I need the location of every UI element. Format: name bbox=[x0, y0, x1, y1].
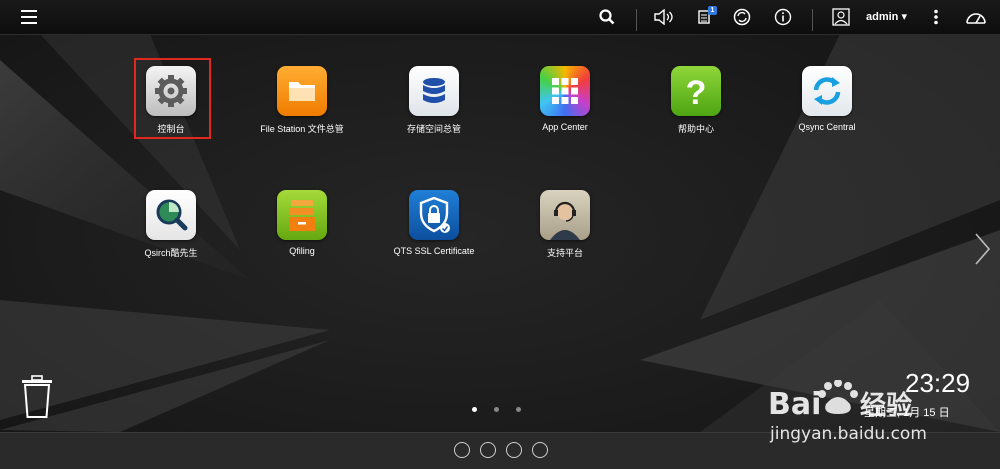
speedometer-icon bbox=[966, 13, 986, 24]
user-avatar-button[interactable] bbox=[830, 0, 852, 34]
page-dot[interactable] bbox=[472, 407, 477, 412]
page-dot[interactable] bbox=[516, 407, 521, 412]
sync-icon bbox=[802, 66, 852, 116]
notification-badge: 1 bbox=[708, 6, 717, 15]
app-label: App Center bbox=[542, 122, 588, 132]
baidu-watermark-url: jingyan.baidu.com bbox=[770, 424, 927, 444]
search-icon bbox=[599, 9, 615, 25]
chevron-right-icon bbox=[975, 233, 991, 265]
toolbar-divider bbox=[636, 9, 637, 31]
database-icon bbox=[409, 66, 459, 116]
toolbar-divider bbox=[812, 9, 813, 31]
app-helpdesk[interactable]: 支持平台 bbox=[500, 190, 630, 259]
vertical-dots-icon bbox=[934, 9, 938, 25]
folder-icon bbox=[277, 66, 327, 116]
app-help-center[interactable]: ? 帮助中心 bbox=[631, 66, 761, 135]
shield-lock-icon bbox=[409, 190, 459, 240]
app-label: QTS SSL Certificate bbox=[393, 246, 475, 256]
info-icon bbox=[774, 8, 792, 26]
app-grid-icon bbox=[540, 66, 590, 116]
app-qfiling[interactable]: Qfiling bbox=[237, 190, 367, 256]
volume-button[interactable] bbox=[652, 0, 676, 34]
svg-text:?: ? bbox=[686, 74, 707, 112]
dock-button-edit-icon[interactable] bbox=[532, 442, 548, 458]
recycle-bin[interactable] bbox=[20, 374, 54, 425]
event-notifications-button[interactable] bbox=[772, 0, 794, 34]
page-dot[interactable] bbox=[494, 407, 499, 412]
dock-button-qnap-icon[interactable] bbox=[454, 442, 470, 458]
more-options-button[interactable] bbox=[926, 0, 946, 34]
dock-button-book-icon[interactable] bbox=[506, 442, 522, 458]
app-label: 存储空间总管 bbox=[406, 124, 461, 134]
next-page-button[interactable] bbox=[972, 232, 992, 271]
dashboard-button[interactable] bbox=[962, 0, 990, 34]
app-storage-manager[interactable]: 存储空间总管 bbox=[369, 66, 499, 135]
app-label: Qfiling bbox=[289, 246, 315, 256]
selection-highlight bbox=[134, 58, 211, 139]
speaker-icon bbox=[654, 9, 673, 25]
app-file-station[interactable]: File Station 文件总管 bbox=[237, 66, 367, 135]
svg-text:Bai: Bai bbox=[768, 387, 821, 422]
app-qts-ssl-certificate[interactable]: QTS SSL Certificate bbox=[369, 190, 499, 256]
search-button[interactable] bbox=[596, 0, 618, 34]
file-drawer-icon bbox=[277, 190, 327, 240]
external-devices-button[interactable] bbox=[730, 0, 754, 34]
user-icon bbox=[832, 8, 850, 26]
search-magnifier-icon bbox=[146, 190, 196, 240]
user-menu[interactable]: admin ▾ bbox=[866, 10, 907, 23]
dock-button-tools-icon[interactable] bbox=[480, 442, 496, 458]
sync-device-icon bbox=[733, 8, 751, 26]
app-label: 支持平台 bbox=[546, 248, 583, 258]
baidu-watermark-logo: Bai 经验 bbox=[768, 380, 912, 422]
main-menu-button[interactable] bbox=[16, 0, 44, 34]
app-app-center[interactable]: App Center bbox=[500, 66, 630, 132]
app-label: Qsync Central bbox=[798, 122, 856, 132]
app-qsync-central[interactable]: Qsync Central bbox=[762, 66, 892, 132]
app-label: Qsirch酷先生 bbox=[144, 248, 198, 258]
app-label: File Station 文件总管 bbox=[260, 124, 344, 134]
app-qsirch[interactable]: Qsirch酷先生 bbox=[106, 190, 236, 259]
hamburger-icon bbox=[21, 10, 37, 24]
app-label: 帮助中心 bbox=[677, 124, 714, 134]
trash-icon bbox=[22, 375, 52, 418]
support-agent-icon bbox=[540, 190, 590, 240]
page-indicator bbox=[472, 407, 521, 412]
help-icon: ? bbox=[671, 66, 721, 116]
svg-text:经验: 经验 bbox=[860, 390, 912, 421]
